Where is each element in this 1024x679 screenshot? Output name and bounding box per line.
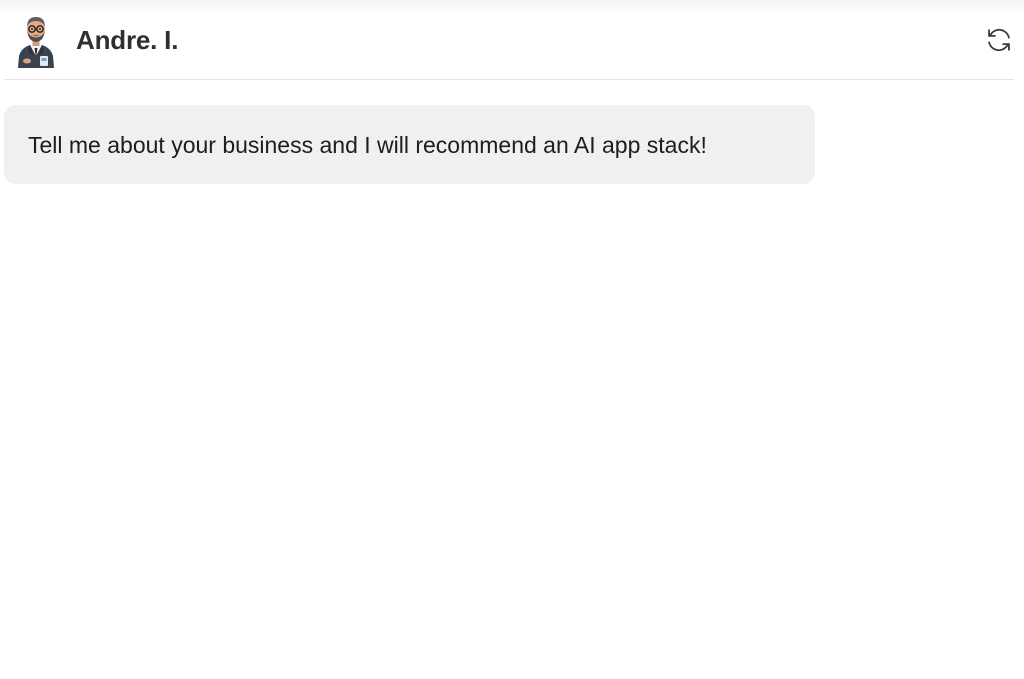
contact-name: Andre. I. [76,25,179,55]
chat-header: Andre. I. [0,0,1024,80]
avatar [14,12,58,68]
message-text: Tell me about your business and I will r… [28,131,707,158]
chat-messages: Tell me about your business and I will r… [0,80,1024,679]
refresh-button[interactable] [984,25,1014,55]
refresh-icon [988,29,1010,51]
businessman-avatar-icon [18,17,54,68]
assistant-message-bubble: Tell me about your business and I will r… [4,105,815,184]
